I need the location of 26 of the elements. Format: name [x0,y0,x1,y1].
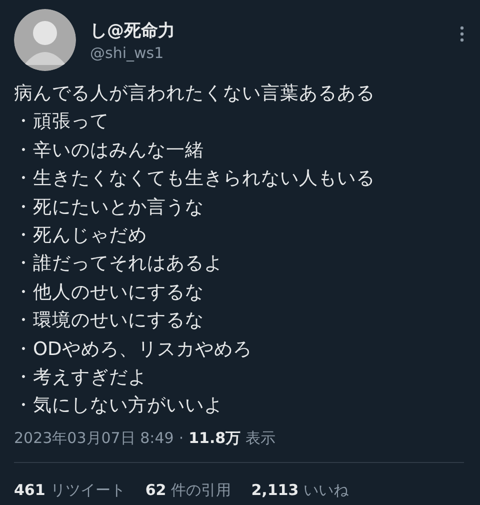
separator-dot: · [178,428,184,447]
tweet-text-line: ・頑張って [14,110,109,134]
avatar[interactable] [14,9,76,71]
stat-label[interactable]: リツイート [50,480,126,500]
stat-label[interactable]: いいね [304,480,349,500]
tweet-text-line: ・誰だってそれはあるよ [14,252,223,276]
tweet-text-line: ・死にたいとか言うな [14,196,204,220]
stat-count[interactable]: 62 [145,480,166,499]
tweet-text-line: ・他人のせいにするな [14,280,204,305]
stat-label[interactable]: 件の引用 [171,480,232,500]
views-label: 表示 [246,428,276,448]
display-name[interactable]: し@死命力 [90,18,175,42]
tweet-text-line: ・考えすぎだよ [14,366,147,390]
stat-count[interactable]: 461 [14,480,46,499]
tweet-text-line: 病んでる人が言われたくない言葉あるある [14,82,375,106]
username[interactable]: @shi_ws1 [90,44,164,62]
tweet-text-line: ・辛いのはみんな一緒 [14,138,204,163]
tweet-text-line: ・生きたくなくても生きられない人もいる [14,167,375,192]
tweet-text-line: ・環境のせいにするな [14,309,204,334]
more-icon[interactable] [460,26,464,42]
tweet-text-line: ・ODやめろ、リスカやめろ [14,338,252,362]
timestamp[interactable]: 2023年03月07日 8:49 [14,428,174,448]
view-count: 11.8万 [188,428,241,448]
tweet-text-line: ・気にしない方がいいよ [14,394,223,418]
tweet-text-line: ・死んじゃだめ [14,224,147,248]
stat-count[interactable]: 2,113 [251,480,299,499]
